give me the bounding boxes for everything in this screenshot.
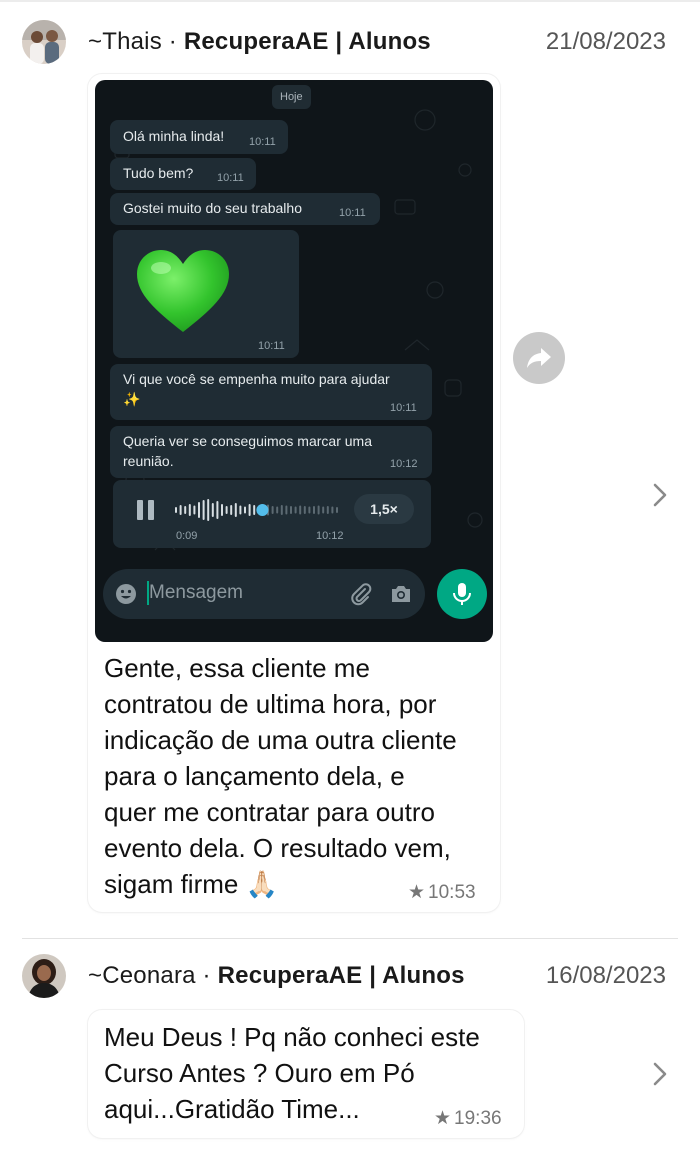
wa-message-time: 10:11 bbox=[339, 207, 366, 219]
waveform-bar bbox=[326, 506, 329, 514]
sender-name[interactable]: ~Thais bbox=[88, 28, 162, 55]
attach-icon bbox=[351, 583, 372, 606]
wa-input-placeholder: Mensagem bbox=[149, 582, 243, 603]
sender-name[interactable]: ~Ceonara bbox=[88, 962, 196, 989]
chevron-right-icon[interactable] bbox=[648, 1059, 672, 1089]
waveform-bar bbox=[317, 505, 320, 515]
waveform-bar bbox=[230, 505, 233, 515]
waveform-bar bbox=[285, 505, 288, 515]
wa-message-text: Olá minha linda! bbox=[123, 128, 225, 144]
waveform-bar bbox=[207, 499, 210, 521]
waveform-bar bbox=[280, 505, 283, 515]
message-time: 10:53 bbox=[428, 881, 476, 903]
waveform-bar bbox=[299, 505, 302, 515]
wa-message-time: 10:11 bbox=[390, 402, 417, 414]
message-header: ~Ceonara · RecuperaAE | Alunos 16/08/202… bbox=[0, 946, 700, 1006]
playback-position-dot bbox=[256, 504, 269, 516]
waveform-bar bbox=[184, 506, 187, 514]
wa-message-text: Vi que você se empenha muito para ajudar… bbox=[123, 371, 390, 407]
waveform-bar bbox=[239, 505, 242, 515]
wa-message: Gostei muito do seu trabalho 10:11 bbox=[110, 193, 380, 225]
wa-message-input: Mensagem bbox=[103, 569, 425, 619]
waveform-bar bbox=[336, 507, 338, 513]
waveform-bar bbox=[276, 506, 279, 514]
waveform-bar bbox=[179, 505, 182, 515]
wa-message-text: Tudo bem? bbox=[123, 165, 194, 181]
waveform-bar bbox=[290, 506, 292, 514]
wa-message-text: Queria ver se conseguimos marcar uma reu… bbox=[123, 433, 372, 469]
wa-message-time: 10:11 bbox=[258, 340, 285, 352]
playback-speed-button: 1,5× bbox=[354, 494, 414, 524]
wa-emoji-message: 10:11 bbox=[113, 230, 299, 358]
sender-separator: · bbox=[161, 28, 184, 55]
message-meta: ★ 10:53 bbox=[408, 881, 476, 904]
sender-line: ~Thais · RecuperaAE | Alunos bbox=[88, 28, 431, 56]
star-icon: ★ bbox=[434, 1108, 452, 1129]
wa-message: Olá minha linda! 10:11 bbox=[110, 120, 288, 154]
message-time: 19:36 bbox=[454, 1107, 502, 1129]
waveform-bar bbox=[294, 506, 297, 514]
wa-message: Tudo bem? 10:11 bbox=[110, 158, 256, 190]
waveform-bar bbox=[313, 506, 315, 514]
green-heart-icon bbox=[137, 250, 229, 332]
waveform-bar bbox=[253, 505, 256, 515]
message-header: ~Thais · RecuperaAE | Alunos 21/08/2023 bbox=[0, 12, 700, 72]
waveform-bar bbox=[202, 500, 205, 520]
wa-message-time: 10:11 bbox=[249, 136, 276, 148]
message-date: 16/08/2023 bbox=[545, 962, 666, 989]
forward-arrow-icon bbox=[527, 348, 551, 368]
waveform-bar bbox=[175, 507, 177, 513]
waveform-bar bbox=[303, 506, 306, 514]
wa-audio-message: 0:09 10:12 1,5× bbox=[113, 480, 431, 548]
audio-elapsed: 0:09 bbox=[176, 530, 198, 542]
message-text: Gente, essa cliente me contratou de ulti… bbox=[104, 653, 457, 899]
audio-waveform bbox=[175, 499, 338, 521]
waveform-bar bbox=[244, 506, 246, 514]
waveform-bar bbox=[248, 504, 251, 516]
microphone-icon bbox=[453, 583, 471, 605]
wa-message-time: 10:11 bbox=[217, 172, 244, 184]
wa-message-time: 10:12 bbox=[316, 530, 344, 542]
emoji-icon bbox=[116, 584, 136, 604]
star-icon: ★ bbox=[408, 882, 426, 903]
pause-icon bbox=[137, 500, 154, 520]
group-name: RecuperaAE | Alunos bbox=[183, 28, 431, 55]
waveform-bar bbox=[188, 504, 191, 516]
wa-message-text: Gostei muito do seu trabalho bbox=[123, 200, 302, 216]
avatar[interactable] bbox=[22, 954, 66, 998]
chevron-right-icon[interactable] bbox=[648, 480, 672, 510]
message-date: 21/08/2023 bbox=[545, 28, 666, 55]
group-name: RecuperaAE | Alunos bbox=[217, 962, 465, 989]
microphone-button bbox=[437, 569, 487, 619]
waveform-bar bbox=[216, 501, 219, 519]
waveform-bar bbox=[221, 504, 223, 516]
sender-line: ~Ceonara · RecuperaAE | Alunos bbox=[88, 962, 465, 990]
forward-button[interactable] bbox=[513, 332, 565, 384]
wa-message: Queria ver se conseguimos marcar uma reu… bbox=[110, 426, 432, 478]
waveform-bar bbox=[308, 506, 311, 514]
avatar[interactable] bbox=[22, 20, 66, 64]
wa-message: Vi que você se empenha muito para ajudar… bbox=[110, 364, 432, 420]
waveform-bar bbox=[198, 502, 200, 518]
waveform-bar bbox=[271, 506, 274, 514]
sender-separator: · bbox=[195, 962, 218, 989]
waveform-bar bbox=[225, 506, 228, 514]
whatsapp-screenshot-image[interactable]: Hoje Olá minha linda! 10:11 Tudo bem? 10… bbox=[95, 80, 493, 642]
waveform-bar bbox=[211, 503, 214, 517]
waveform-bar bbox=[193, 505, 196, 515]
message-divider bbox=[22, 938, 678, 939]
date-chip: Hoje bbox=[272, 85, 311, 109]
waveform-bar bbox=[322, 506, 325, 514]
wa-message-time: 10:12 bbox=[390, 458, 418, 470]
top-divider bbox=[0, 0, 700, 2]
camera-icon bbox=[392, 586, 410, 602]
message-text: Meu Deus ! Pq não conheci este Curso Ant… bbox=[104, 1022, 480, 1124]
waveform-bar bbox=[331, 506, 334, 514]
message-meta: ★ 19:36 bbox=[434, 1107, 502, 1130]
waveform-bar bbox=[234, 503, 237, 517]
